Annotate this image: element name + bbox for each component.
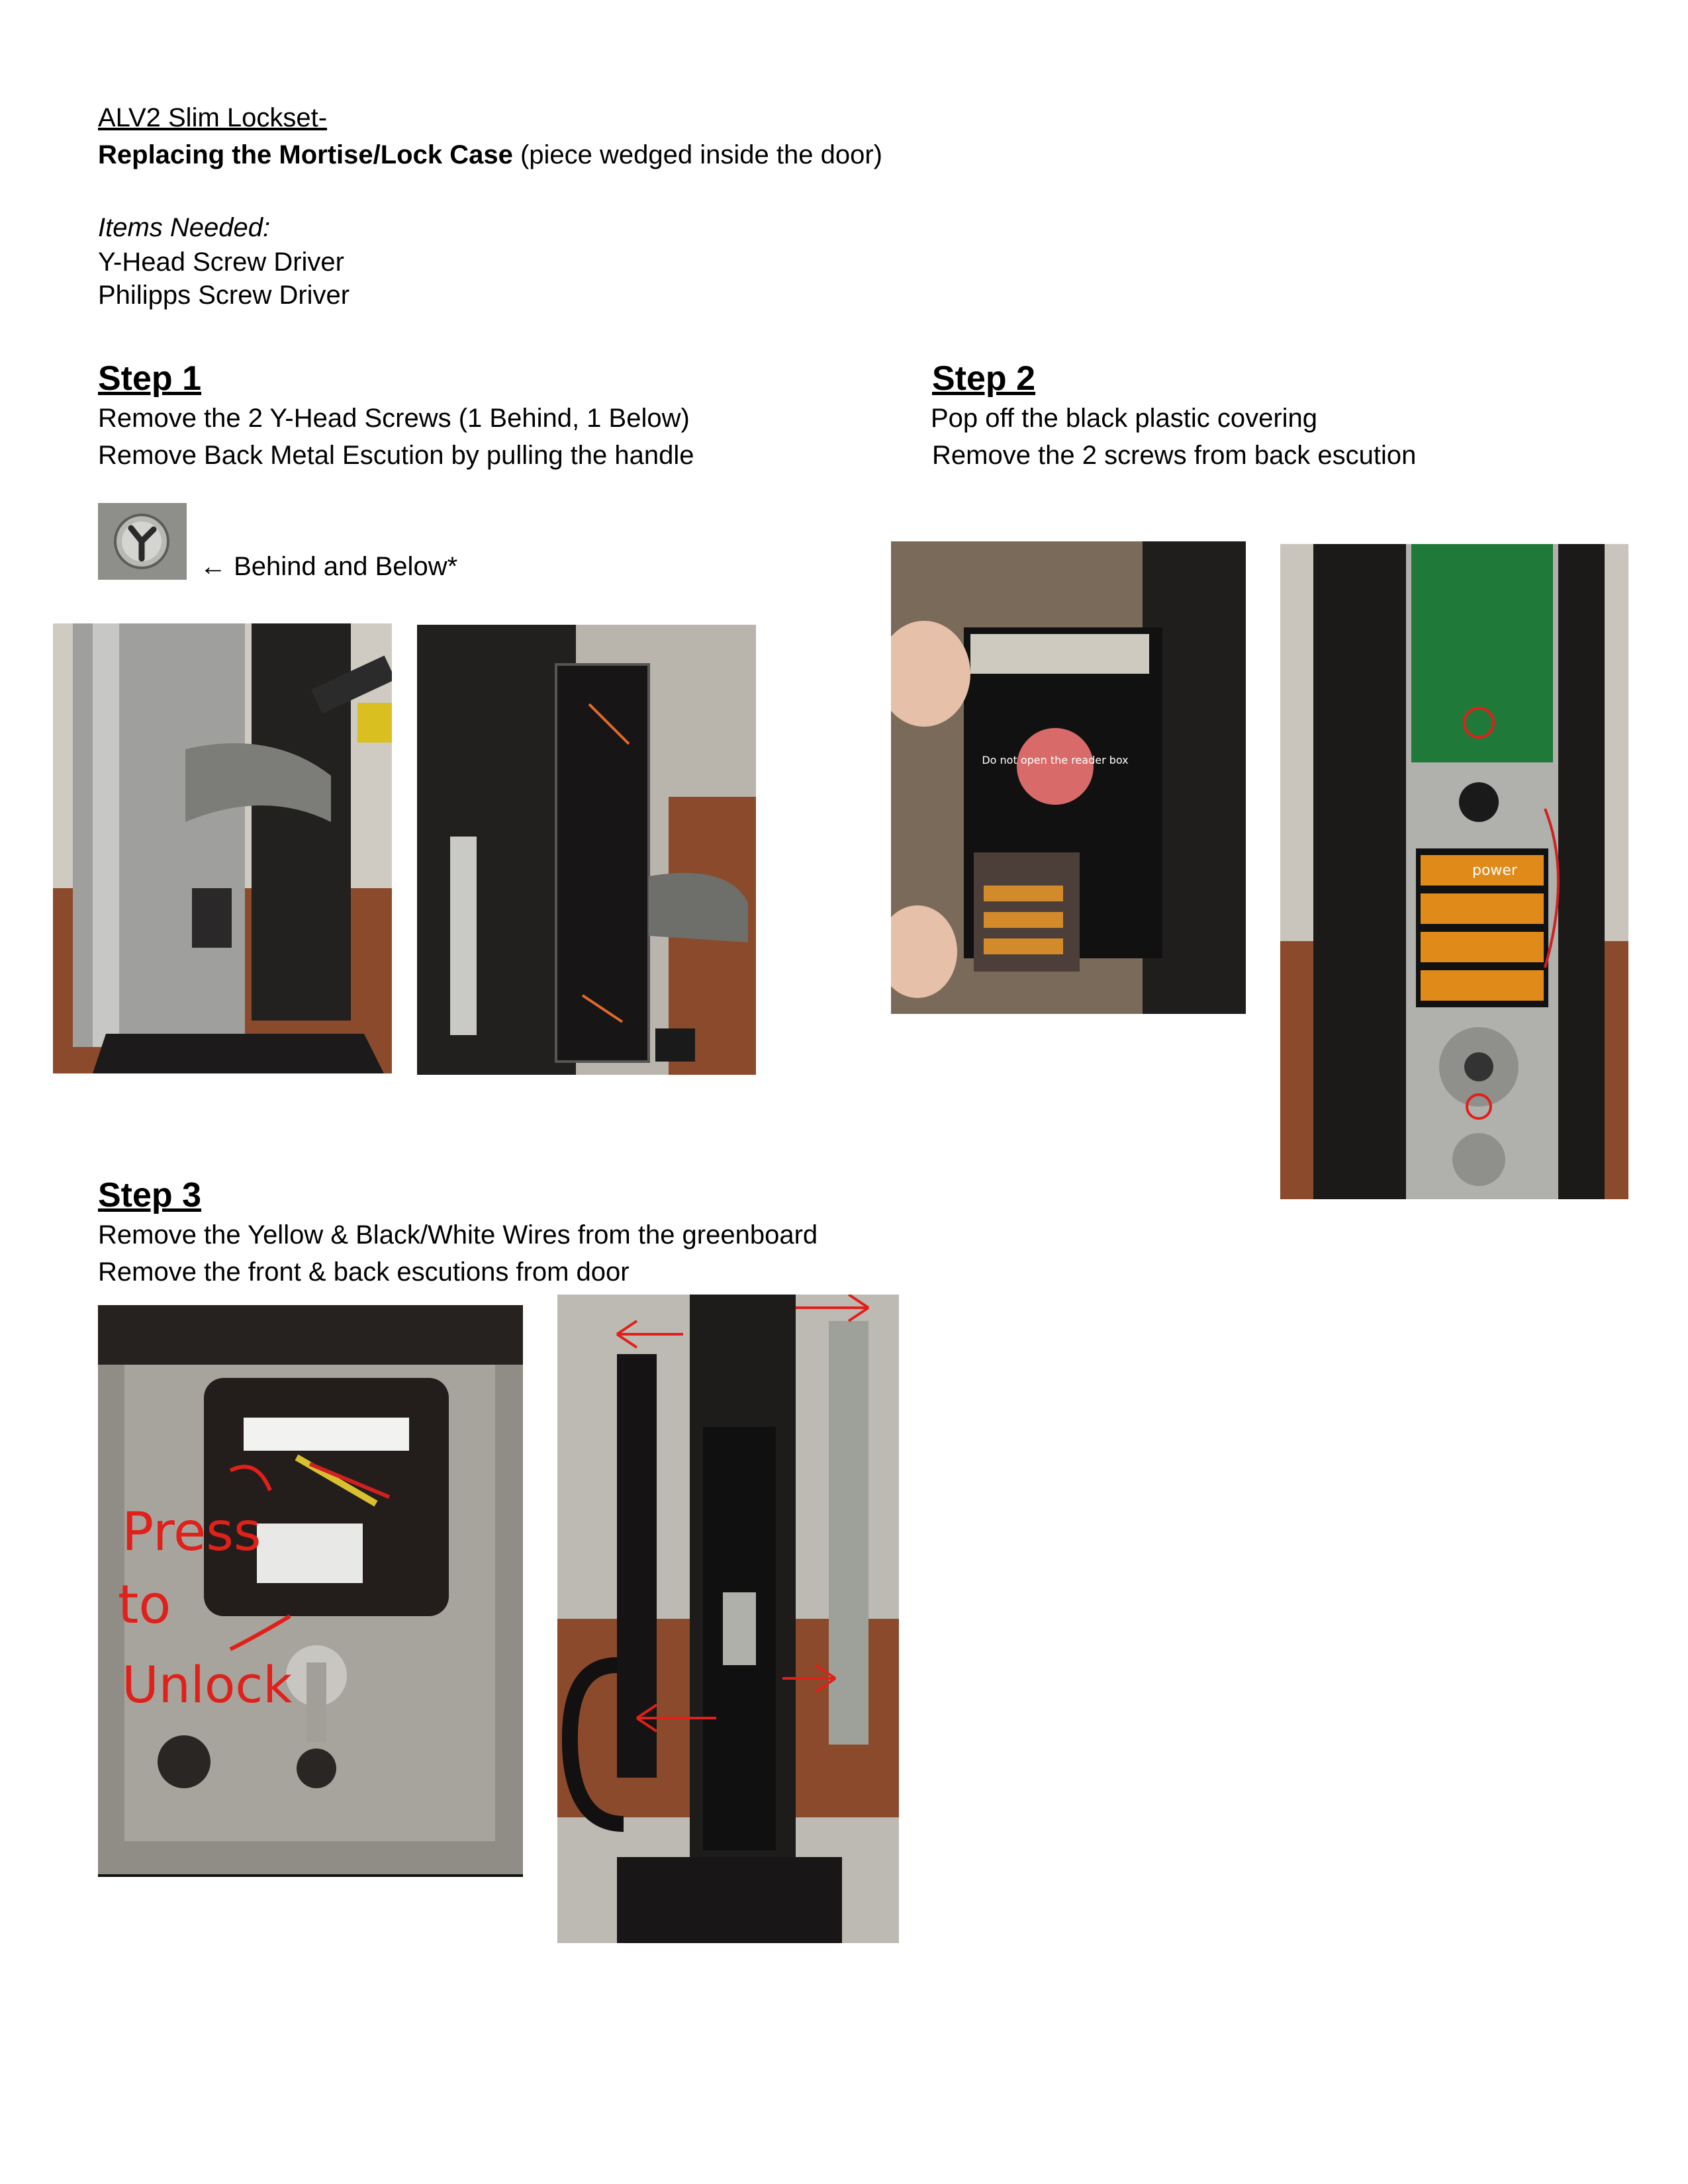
step2-photo-cover-removal: Do not open the reader box — [891, 541, 1246, 1014]
battery-brand-label: power — [1472, 862, 1518, 879]
document-title: ALV2 Slim Lockset- — [98, 103, 328, 132]
step2-line-1: Pop off the black plastic covering — [931, 404, 1318, 433]
document-subtitle: Replacing the Mortise/Lock Case (piece w… — [98, 138, 882, 172]
step2-line-2: Remove the 2 screws from back escution — [932, 441, 1417, 470]
step1-photo-handle-screwdriver — [53, 623, 392, 1073]
step1-line-1: Remove the 2 Y-Head Screws (1 Behind, 1 … — [98, 404, 690, 433]
subtitle-rest: (piece wedged inside the door) — [512, 140, 882, 169]
step1-heading: Step 1 — [98, 359, 202, 398]
step2-photo-greenboard-batteries: power — [1280, 544, 1628, 1199]
handwriting-unlock: Unlock — [122, 1655, 292, 1714]
step3-line-2: Remove the front & back escutions from d… — [98, 1257, 630, 1287]
step3-line-1: Remove the Yellow & Black/White Wires fr… — [98, 1220, 818, 1250]
handwriting-press: Press — [122, 1501, 261, 1563]
handwriting-to: to — [118, 1574, 171, 1635]
y-head-screw-thumbnail — [98, 503, 187, 580]
sticker-text: Do not open the reader box — [982, 754, 1128, 766]
step3-photo-escutions-separated — [557, 1295, 899, 1943]
item-phillips: Philipps Screw Driver — [98, 281, 350, 310]
item-ytool: Y-Head Screw Driver — [98, 248, 344, 277]
subtitle-bold: Replacing the Mortise/Lock Case — [98, 140, 513, 169]
behind-below-note: ← Behind and Below* — [200, 552, 458, 581]
step2-heading: Step 2 — [932, 359, 1036, 398]
items-needed-label: Items Needed: — [98, 213, 271, 242]
step3-photo-wire-connectors: Press to Unlock — [98, 1305, 523, 1877]
step1-photo-escution-side — [417, 625, 756, 1075]
step3-heading: Step 3 — [98, 1176, 202, 1214]
step1-line-2: Remove Back Metal Escution by pulling th… — [98, 441, 694, 470]
